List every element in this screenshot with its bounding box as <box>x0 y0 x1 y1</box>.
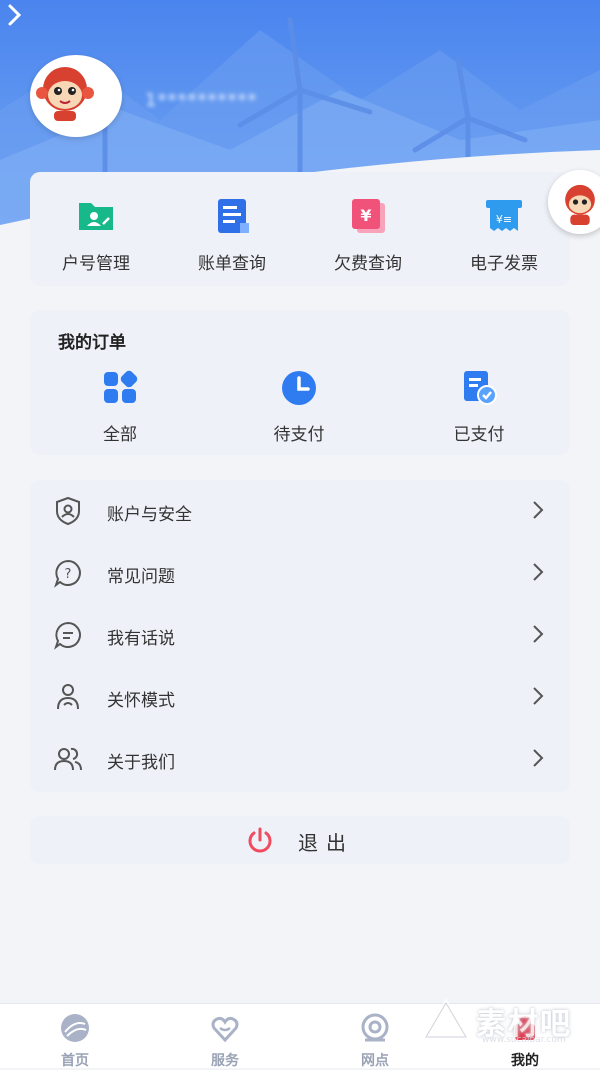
watermark: 素材吧 www.sucaibar.com <box>418 993 583 1053</box>
mascot-icon <box>36 67 94 121</box>
order-filter-pending[interactable]: 待支付 <box>239 370 359 445</box>
service-heart-icon <box>211 1016 239 1043</box>
username-text: 1********** <box>145 90 258 111</box>
menu-item-faq[interactable]: ? 常见问题 <box>30 542 570 604</box>
menu-item-feedback[interactable]: 我有话说 <box>30 604 570 666</box>
chevron-right-icon <box>533 687 544 705</box>
chevron-right-icon <box>533 501 544 519</box>
quick-action-bill[interactable]: 账单查询 <box>172 197 292 274</box>
chevron-right-icon <box>533 563 544 581</box>
settings-menu-card: 账户与安全 ? 常见问题 我有话说 关怀模式 关于我们 <box>30 480 570 792</box>
svg-text:¥: ¥ <box>360 206 371 225</box>
order-filter-label: 全部 <box>103 425 137 445</box>
chevron-right-icon <box>533 749 544 767</box>
watermark-logo-icon <box>421 998 471 1040</box>
tab-label: 网点 <box>361 1053 389 1069</box>
question-icon: ? <box>54 559 81 588</box>
quick-action-account[interactable]: 户号管理 <box>36 197 156 274</box>
arrears-yen-icon: ¥ <box>352 199 385 233</box>
orders-title: 我的订单 <box>58 333 126 353</box>
quick-action-invoice[interactable]: ¥≡ 电子发票 <box>444 197 564 274</box>
menu-item-care-mode[interactable]: 关怀模式 <box>30 666 570 728</box>
svg-text:?: ? <box>65 567 72 582</box>
tab-label: 首页 <box>61 1053 89 1069</box>
quick-action-label: 欠费查询 <box>334 254 402 274</box>
chevron-right-icon <box>533 625 544 643</box>
order-filter-all[interactable]: 全部 <box>60 370 180 445</box>
assistant-mascot-button[interactable] <box>548 170 600 234</box>
power-icon <box>248 827 272 853</box>
menu-item-label: 账户与安全 <box>107 505 192 525</box>
logout-label: 退出 <box>298 831 354 855</box>
location-icon <box>361 1013 389 1042</box>
shield-user-icon <box>56 496 80 526</box>
tab-home[interactable]: 首页 <box>35 1012 115 1070</box>
users-icon <box>54 747 82 771</box>
quick-action-label: 户号管理 <box>62 254 130 274</box>
clock-icon <box>282 371 316 405</box>
chevron-right-icon[interactable] <box>0 0 30 30</box>
menu-item-label: 关怀模式 <box>107 691 175 711</box>
svg-text:¥≡: ¥≡ <box>496 213 512 226</box>
quick-action-arrears[interactable]: ¥ 欠费查询 <box>308 197 428 274</box>
my-orders-card: 我的订单 全部 待支付 已支付 <box>30 310 570 455</box>
home-globe-icon <box>61 1014 89 1042</box>
mascot-icon <box>565 184 595 226</box>
quick-actions-card: 户号管理 账单查询 ¥ 欠费查询 ¥≡ 电子发票 <box>30 172 570 286</box>
watermark-url: www.sucaibar.com <box>482 1035 566 1045</box>
menu-item-label: 关于我们 <box>107 753 175 773</box>
paid-check-icon <box>464 371 497 405</box>
user-avatar[interactable] <box>30 55 122 137</box>
invoice-icon: ¥≡ <box>486 200 522 231</box>
order-filter-label: 待支付 <box>273 425 325 445</box>
menu-item-account-security[interactable]: 账户与安全 <box>30 480 570 542</box>
quick-action-label: 账单查询 <box>198 254 266 274</box>
menu-item-label: 我有话说 <box>107 629 175 649</box>
order-filter-paid[interactable]: 已支付 <box>419 370 539 445</box>
tab-service[interactable]: 服务 <box>185 1012 265 1070</box>
tab-label: 我的 <box>511 1053 539 1069</box>
order-filter-label: 已支付 <box>453 425 505 445</box>
bill-document-icon <box>218 199 249 233</box>
logout-button[interactable]: 退出 <box>30 816 570 864</box>
care-icon <box>57 684 79 710</box>
menu-item-label: 常见问题 <box>107 567 175 587</box>
quick-action-label: 电子发票 <box>470 254 538 274</box>
menu-item-about-us[interactable]: 关于我们 <box>30 728 570 790</box>
chat-icon <box>54 621 81 650</box>
all-grid-icon <box>104 370 138 403</box>
account-folder-icon <box>79 203 113 230</box>
tab-label: 服务 <box>211 1053 239 1069</box>
tab-outlets[interactable]: 网点 <box>335 1012 415 1070</box>
